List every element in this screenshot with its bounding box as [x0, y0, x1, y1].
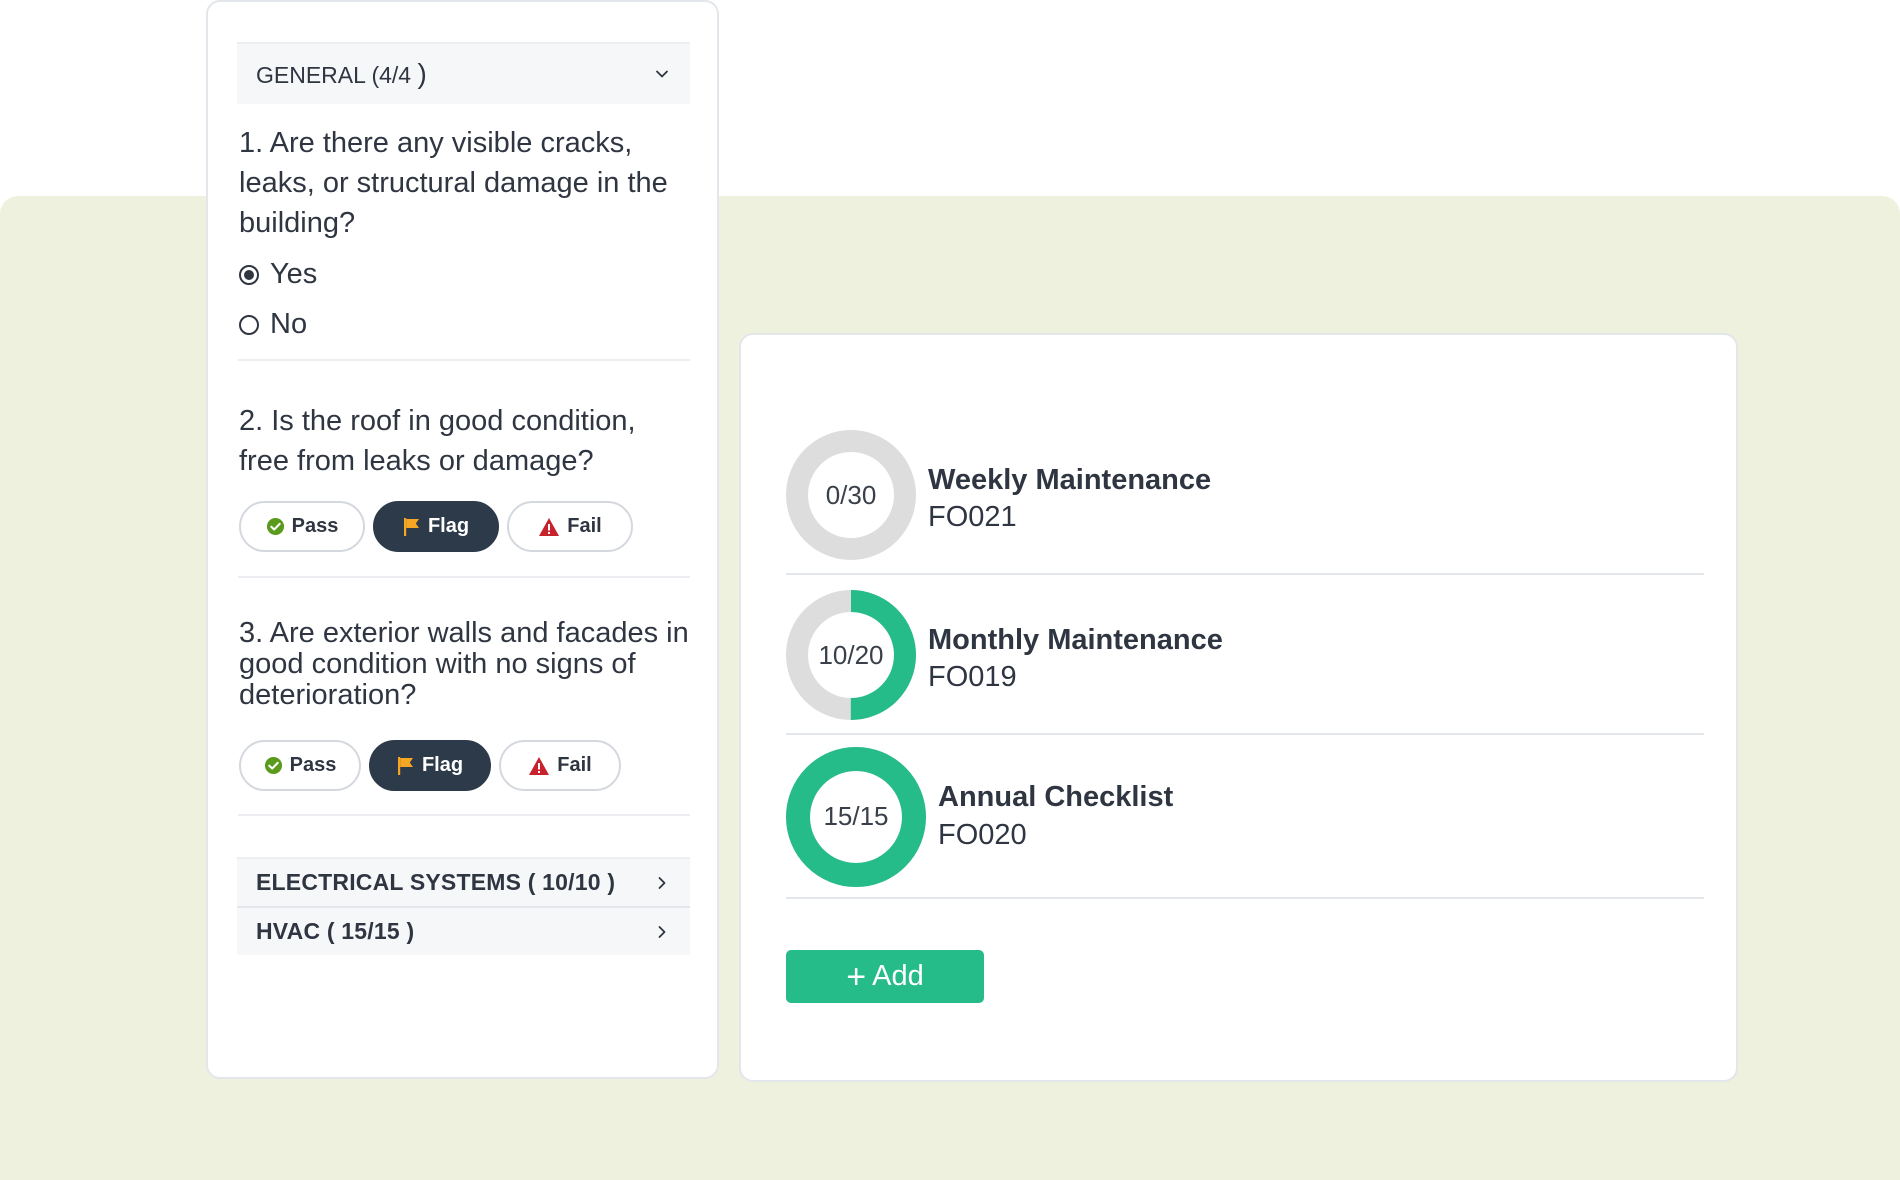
flag-button[interactable]: Flag [369, 740, 491, 791]
warning-triangle-icon [528, 756, 550, 776]
radio-label-yes: Yes [270, 258, 318, 290]
divider [786, 733, 1704, 735]
checklist-item-annual[interactable]: 15/15 Annual Checklist FO020 [786, 747, 1706, 907]
divider [786, 573, 1704, 575]
radio-checked-icon[interactable] [239, 264, 259, 285]
radio-option-no[interactable]: No [239, 308, 307, 341]
divider [238, 359, 690, 361]
flag-icon [397, 756, 415, 776]
checklist-title: Weekly Maintenance [928, 464, 1212, 496]
check-circle-icon [264, 756, 283, 775]
chevron-right-icon [654, 875, 670, 891]
check-circle-icon [266, 517, 285, 536]
checklist-item-monthly[interactable]: 10/20 Monthly Maintenance FO019 [786, 590, 1706, 750]
chevron-right-icon [654, 924, 670, 940]
section-hvac-title: HVAC ( 15/15 ) [256, 918, 415, 944]
progress-label: 10/20 [818, 640, 884, 670]
add-checklist-button[interactable]: + Add [786, 950, 984, 1003]
divider [238, 814, 690, 816]
section-electrical-title: ELECTRICAL SYSTEMS ( 10/10 ) [256, 869, 616, 895]
section-general-header[interactable]: GENERAL (4/4 ) [237, 42, 690, 104]
question-2-text: 2. Is the roof in good condition, free f… [239, 405, 636, 477]
chevron-down-icon [654, 66, 670, 82]
radio-option-yes[interactable]: Yes [239, 258, 317, 291]
section-electrical-header[interactable]: ELECTRICAL SYSTEMS ( 10/10 ) [237, 857, 690, 906]
section-general-title: GENERAL (4/4 ) [256, 58, 427, 89]
progress-label: 15/15 [823, 801, 889, 831]
pass-button[interactable]: Pass [239, 501, 365, 552]
radio-label-no: No [270, 308, 308, 340]
flag-button[interactable]: Flag [373, 501, 499, 552]
checklist-title: Annual Checklist [938, 781, 1174, 813]
pass-button[interactable]: Pass [239, 740, 361, 791]
fail-button[interactable]: Fail [507, 501, 633, 552]
section-hvac-header[interactable]: HVAC ( 15/15 ) [237, 906, 690, 955]
checklist-item-weekly[interactable]: 0/30 Weekly Maintenance FO021 [786, 430, 1706, 590]
question-3-response-group: Pass Flag Fail [239, 740, 621, 791]
fail-button[interactable]: Fail [499, 740, 621, 791]
question-3-text: 3. Are exterior walls and facades in goo… [239, 617, 689, 711]
checklist-code: FO021 [928, 501, 1017, 533]
flag-icon [403, 517, 421, 537]
divider [786, 897, 1704, 899]
inspection-card: GENERAL (4/4 ) 1. Are there any visible … [206, 0, 719, 1079]
question-1-text: 1. Are there any visible cracks, leaks, … [239, 127, 668, 239]
warning-triangle-icon [538, 517, 560, 537]
checklist-code: FO020 [938, 819, 1027, 851]
checklist-card: 0/30 Weekly Maintenance FO021 10/20 Mont… [739, 333, 1738, 1082]
radio-unchecked-icon[interactable] [239, 314, 259, 335]
divider [238, 576, 690, 578]
progress-label: 0/30 [825, 480, 877, 510]
question-2-response-group: Pass Flag Fail [239, 501, 633, 552]
checklist-code: FO019 [928, 661, 1017, 693]
checklist-title: Monthly Maintenance [928, 624, 1223, 656]
plus-icon: + [846, 957, 867, 996]
